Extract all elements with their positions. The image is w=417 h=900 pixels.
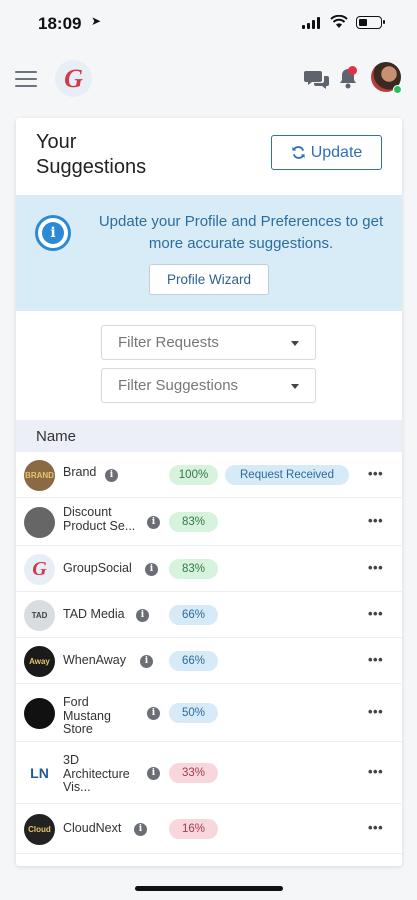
info-icon[interactable]: i: [105, 468, 118, 482]
info-icon[interactable]: i: [147, 766, 160, 780]
company-logo: Cloud: [24, 813, 55, 845]
menu-icon[interactable]: [15, 71, 37, 87]
company-name[interactable]: Discount Product Se...: [63, 505, 141, 533]
status-badge: Request Received: [225, 465, 349, 485]
page-title-line1: Your: [36, 131, 77, 153]
notification-badge: [348, 66, 357, 75]
list-item[interactable]: G GroupSocial i 83% •••: [16, 546, 402, 592]
wifi-icon: [330, 15, 348, 28]
app-header: G: [0, 56, 417, 106]
list-item[interactable]: TAD TAD Media i 66% •••: [16, 592, 402, 638]
company-logo: G: [24, 553, 55, 585]
chat-icon[interactable]: [304, 68, 330, 90]
match-percent-badge: 66%: [169, 605, 218, 625]
page-title-line2: Suggestions: [36, 156, 147, 178]
company-name[interactable]: Ford Mustang Store: [63, 695, 123, 737]
company-logo: [24, 697, 55, 729]
signal-icon: [302, 17, 322, 29]
info-icon[interactable]: i: [145, 562, 158, 576]
info-icon[interactable]: i: [136, 608, 149, 622]
info-message: Update your Profile and Preferences to g…: [98, 213, 384, 252]
home-indicator: [135, 886, 283, 891]
more-options-icon[interactable]: •••: [368, 606, 383, 621]
company-logo: [24, 506, 55, 538]
online-status-dot: [393, 85, 402, 94]
more-options-icon[interactable]: •••: [368, 820, 383, 835]
company-logo: BRAND: [24, 459, 55, 491]
filter-suggestions-label: Filter Suggestions: [118, 377, 239, 394]
filter-requests-label: Filter Requests: [118, 334, 219, 351]
list-item[interactable]: LN 3D Architecture Vis... i 33% •••: [16, 742, 402, 804]
company-logo: TAD: [24, 599, 55, 631]
info-icon: i: [35, 215, 71, 251]
list-item[interactable]: BRAND Brand i 100% Request Received •••: [16, 452, 402, 498]
match-percent-badge: 83%: [169, 512, 218, 532]
app-logo[interactable]: G: [55, 60, 92, 97]
company-logo: Away: [24, 645, 55, 677]
list-item[interactable]: Ford Mustang Store i 50% •••: [16, 684, 402, 742]
match-percent-badge: 33%: [169, 763, 218, 783]
list-item[interactable]: Away WhenAway i 66% •••: [16, 638, 402, 684]
battery-icon: [356, 16, 385, 29]
refresh-icon: [292, 146, 305, 159]
info-icon[interactable]: i: [147, 515, 160, 529]
update-button[interactable]: Update: [271, 135, 382, 170]
more-options-icon[interactable]: •••: [368, 764, 383, 779]
more-options-icon[interactable]: •••: [368, 513, 383, 528]
filter-suggestions-select[interactable]: Filter Suggestions: [101, 368, 316, 403]
list-item[interactable]: Cloud CloudNext i 16% •••: [16, 804, 402, 854]
info-icon[interactable]: i: [147, 706, 160, 720]
status-bar: 18:09 ➤: [0, 0, 417, 50]
company-name[interactable]: 3D Architecture Vis...: [63, 753, 143, 795]
page-title: Your Suggestions: [36, 130, 146, 180]
more-options-icon[interactable]: •••: [368, 652, 383, 667]
info-glyph: i: [42, 222, 64, 244]
update-button-label: Update: [310, 143, 363, 161]
company-name[interactable]: WhenAway: [63, 653, 143, 668]
info-panel: i Update your Profile and Preferences to…: [16, 195, 402, 311]
location-arrow-icon: ➤: [91, 14, 102, 28]
match-percent-badge: 66%: [169, 651, 218, 671]
match-percent-badge: 83%: [169, 559, 218, 579]
match-percent-badge: 16%: [169, 819, 218, 839]
match-percent-badge: 50%: [169, 703, 218, 723]
profile-wizard-button[interactable]: Profile Wizard: [149, 264, 269, 295]
filter-requests-select[interactable]: Filter Requests: [101, 325, 316, 360]
list-item[interactable]: Discount Product Se... i 83% •••: [16, 498, 402, 546]
more-options-icon[interactable]: •••: [368, 560, 383, 575]
company-name[interactable]: TAD Media: [63, 607, 133, 622]
more-options-icon[interactable]: •••: [368, 704, 383, 719]
company-name[interactable]: CloudNext: [63, 821, 133, 836]
match-percent-badge: 100%: [169, 465, 218, 485]
status-time: 18:09: [38, 14, 82, 33]
more-options-icon[interactable]: •••: [368, 466, 383, 481]
company-logo: LN: [24, 757, 55, 789]
info-icon[interactable]: i: [134, 822, 147, 836]
chevron-down-icon: [291, 341, 299, 346]
company-name[interactable]: GroupSocial: [63, 561, 153, 576]
chevron-down-icon: [291, 384, 299, 389]
suggestions-card: Your Suggestions Update i Update your Pr…: [16, 118, 402, 866]
column-header-name: Name: [16, 420, 402, 452]
info-icon[interactable]: i: [140, 654, 153, 668]
logo-letter: G: [64, 63, 83, 93]
